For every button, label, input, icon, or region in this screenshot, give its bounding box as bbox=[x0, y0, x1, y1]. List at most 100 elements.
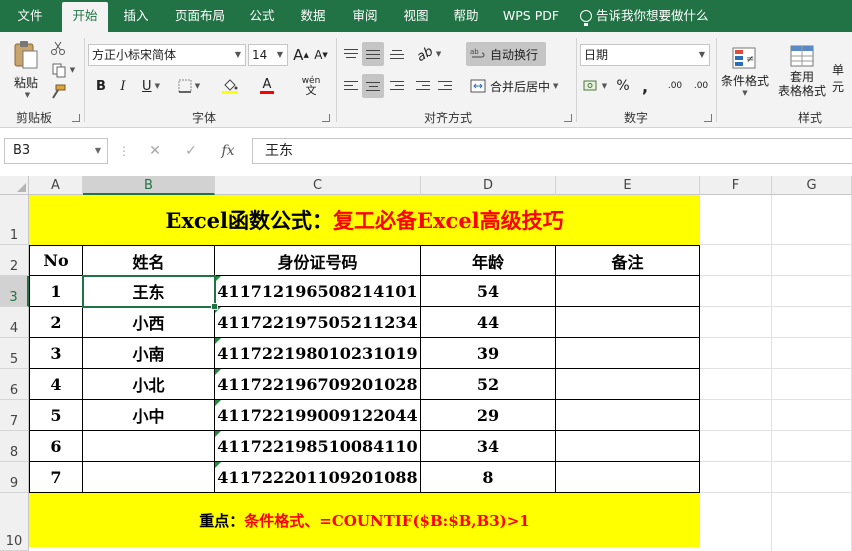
align-center-button[interactable] bbox=[362, 74, 384, 98]
cell-no[interactable]: 2 bbox=[29, 307, 83, 338]
font-size-select[interactable]: 14 ▼ bbox=[248, 44, 288, 66]
cell-id[interactable]: 411722201109201088 bbox=[215, 462, 421, 493]
increase-decimal-button[interactable]: .00 bbox=[664, 76, 686, 96]
increase-indent-button[interactable] bbox=[436, 76, 454, 96]
column-header-a[interactable]: A bbox=[29, 176, 83, 195]
font-color-button[interactable]: A bbox=[252, 76, 282, 96]
cell-name[interactable] bbox=[83, 431, 215, 462]
align-left-button[interactable] bbox=[342, 76, 360, 96]
cell-name[interactable]: 小西 bbox=[83, 307, 215, 338]
shrink-font-button[interactable]: A ▼ bbox=[312, 44, 330, 66]
cell-note[interactable] bbox=[556, 307, 700, 338]
cell-name[interactable]: 小中 bbox=[83, 400, 215, 431]
cell-styles-button[interactable]: 单元 bbox=[832, 63, 852, 94]
tab-page-layout[interactable]: 页面布局 bbox=[164, 0, 236, 32]
borders-button[interactable]: ▼ bbox=[172, 76, 206, 96]
title-banner[interactable]: Excel函数公式： 复工必备Excel高级技巧 bbox=[29, 195, 700, 245]
cell-name[interactable] bbox=[83, 462, 215, 493]
header-cell-id[interactable]: 身份证号码 bbox=[215, 245, 421, 276]
wrap-text-button[interactable]: ab 自动换行 bbox=[466, 42, 546, 66]
cell-age[interactable]: 39 bbox=[421, 338, 556, 369]
cell-no[interactable]: 7 bbox=[29, 462, 83, 493]
cell-age[interactable]: 29 bbox=[421, 400, 556, 431]
row-header-5[interactable]: 5 bbox=[0, 338, 29, 369]
tab-file[interactable]: 文件 bbox=[0, 0, 60, 32]
tab-review[interactable]: 审阅 bbox=[342, 0, 388, 32]
decrease-decimal-button[interactable]: .00 bbox=[690, 76, 712, 96]
select-all-corner[interactable] bbox=[0, 176, 29, 195]
cell-note[interactable] bbox=[556, 276, 700, 307]
cell-id[interactable]: 411712196508214101 bbox=[215, 276, 421, 307]
cell-no[interactable]: 3 bbox=[29, 338, 83, 369]
row-header-7[interactable]: 7 bbox=[0, 400, 29, 431]
paste-button[interactable]: 粘贴 ▼ bbox=[8, 38, 44, 100]
cell-note[interactable] bbox=[556, 431, 700, 462]
cell-age[interactable]: 52 bbox=[421, 369, 556, 400]
conditional-formatting-button[interactable]: ≠ 条件格式 ▼ bbox=[720, 38, 770, 104]
align-right-button[interactable] bbox=[388, 76, 406, 96]
column-header-d[interactable]: D bbox=[421, 176, 556, 195]
cell-note[interactable] bbox=[556, 400, 700, 431]
format-painter-button[interactable] bbox=[48, 82, 68, 102]
cancel-icon[interactable]: ✕ bbox=[144, 140, 166, 162]
number-launcher-icon[interactable] bbox=[704, 114, 712, 122]
header-cell-name[interactable]: 姓名 bbox=[83, 245, 215, 276]
align-top-button[interactable] bbox=[342, 44, 360, 64]
tab-home[interactable]: 开始 bbox=[62, 2, 108, 32]
header-cell-note[interactable]: 备注 bbox=[556, 245, 700, 276]
underline-button[interactable]: U ▼ bbox=[136, 76, 166, 96]
row-header-3[interactable]: 3 bbox=[0, 276, 29, 307]
tab-wps-pdf[interactable]: WPS PDF bbox=[494, 0, 568, 32]
tab-insert[interactable]: 插入 bbox=[112, 0, 160, 32]
cell-no[interactable]: 1 bbox=[29, 276, 83, 307]
orientation-button[interactable]: ab ▼ bbox=[414, 43, 444, 64]
format-as-table-button[interactable]: 套用 表格格式 bbox=[772, 38, 832, 104]
cell-note[interactable] bbox=[556, 338, 700, 369]
formula-input[interactable]: 王东 bbox=[252, 138, 852, 164]
cell-note[interactable] bbox=[556, 369, 700, 400]
percent-button[interactable]: % bbox=[614, 76, 632, 96]
bold-button[interactable]: B bbox=[92, 76, 110, 96]
column-header-g[interactable]: G bbox=[772, 176, 852, 195]
merge-center-button[interactable]: 合并后居中 ▼ bbox=[466, 76, 570, 96]
cell-no[interactable]: 4 bbox=[29, 369, 83, 400]
cell-age[interactable]: 8 bbox=[421, 462, 556, 493]
copy-button[interactable]: ▼ bbox=[48, 60, 78, 80]
number-format-select[interactable]: 日期 ▼ bbox=[580, 44, 710, 66]
column-header-f[interactable]: F bbox=[700, 176, 772, 195]
row-header-2[interactable]: 2 bbox=[0, 245, 29, 276]
enter-icon[interactable]: ✓ bbox=[180, 140, 202, 162]
row-header-10[interactable]: 10 bbox=[0, 493, 29, 551]
cell-id[interactable]: 411722198510084110 bbox=[215, 431, 421, 462]
insert-function-icon[interactable]: fx bbox=[216, 140, 240, 162]
cell-name[interactable]: 小北 bbox=[83, 369, 215, 400]
cell-age[interactable]: 54 bbox=[421, 276, 556, 307]
header-cell-no[interactable]: No bbox=[29, 245, 83, 276]
font-name-select[interactable]: 方正小标宋简体 ▼ bbox=[88, 44, 246, 66]
tell-me-box[interactable]: 告诉我你想要做什么 bbox=[580, 0, 730, 32]
alignment-launcher-icon[interactable] bbox=[564, 114, 572, 122]
column-header-b[interactable]: B bbox=[83, 176, 215, 195]
comma-button[interactable]: , bbox=[636, 76, 654, 96]
column-header-c[interactable]: C bbox=[215, 176, 421, 195]
formula-bar-handle[interactable]: ⋮ bbox=[118, 140, 130, 162]
cell-id[interactable]: 411722196709201028 bbox=[215, 369, 421, 400]
tab-data[interactable]: 数据 bbox=[290, 0, 336, 32]
cell-age[interactable]: 44 bbox=[421, 307, 556, 338]
cell-name[interactable]: 小南 bbox=[83, 338, 215, 369]
grow-font-button[interactable]: A ▲ bbox=[292, 44, 310, 66]
tab-formulas[interactable]: 公式 bbox=[240, 0, 284, 32]
decrease-indent-button[interactable] bbox=[414, 76, 432, 96]
row-header-9[interactable]: 9 bbox=[0, 462, 29, 493]
align-middle-button[interactable] bbox=[362, 42, 384, 66]
name-box[interactable]: B3 ▼ bbox=[4, 138, 108, 164]
cell-name[interactable]: 王东 bbox=[83, 276, 215, 307]
cell-no[interactable]: 6 bbox=[29, 431, 83, 462]
cell-id[interactable]: 411722197505211234 bbox=[215, 307, 421, 338]
clipboard-launcher-icon[interactable] bbox=[72, 114, 80, 122]
italic-button[interactable]: I bbox=[114, 76, 132, 96]
phonetic-button[interactable]: wén 文 bbox=[294, 76, 328, 97]
font-launcher-icon[interactable] bbox=[322, 114, 330, 122]
header-cell-age[interactable]: 年龄 bbox=[421, 245, 556, 276]
cell-id[interactable]: 411722198010231019 bbox=[215, 338, 421, 369]
